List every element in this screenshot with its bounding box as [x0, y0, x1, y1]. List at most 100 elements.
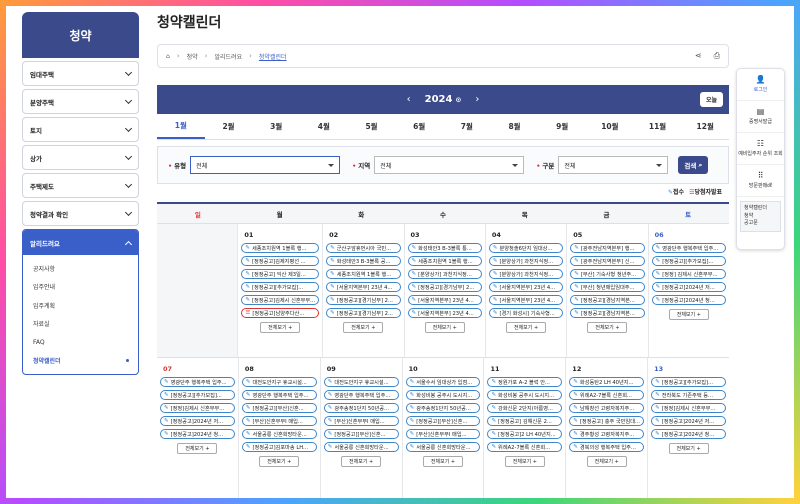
event-pill[interactable]: ✎ [정정공고]2 LH 40년지... [487, 429, 563, 439]
sidebar-menu-sale[interactable]: 분양주택 [22, 89, 139, 114]
event-pill[interactable]: ✎ [광주전남지역본부] 신... [570, 256, 645, 266]
waitlist-button[interactable]: ☷ 예비입주자 순위 조회 [737, 133, 784, 165]
event-pill[interactable]: ✎ [정정공고][경남지역본... [570, 295, 645, 305]
event-pill[interactable]: ✎ [광주전남지역본부] 행... [570, 243, 645, 253]
sidebar-item-faq[interactable]: FAQ [33, 333, 138, 352]
event-pill[interactable]: ✎ [정정공고][경기남부] 2... [407, 282, 482, 292]
tab-month-3[interactable]: 3월 [252, 114, 300, 139]
print-icon[interactable]: ⎙ [714, 51, 720, 61]
tab-month-4[interactable]: 4월 [300, 114, 348, 139]
event-pill[interactable]: ✎ [정정공고] 충주 국민임대... [569, 416, 645, 426]
view-all-button[interactable]: 전체보기 + [260, 322, 301, 333]
event-pill[interactable]: ✎ [정정공고]2024년 저... [651, 282, 727, 292]
event-pill[interactable]: ✎ [정정공고][추가모집]... [651, 256, 727, 266]
event-pill[interactable]: ✎ [정정공고] 김해신문 2... [487, 416, 563, 426]
tab-month-6[interactable]: 6월 [395, 114, 443, 139]
view-all-button[interactable]: 전체보기 + [586, 456, 627, 467]
event-pill[interactable]: ✎ [정정]김제시 신혼부부... [651, 403, 727, 413]
breadcrumb-item[interactable]: 알리드려요 [214, 52, 242, 61]
event-pill[interactable]: ✎ [부산] 청년매입임대주... [570, 282, 645, 292]
event-pill[interactable]: ✎ 세종조치원역 1블록 행... [326, 269, 401, 279]
event-pill[interactable]: ✎ [서울지역본부] 23년 4... [407, 308, 482, 318]
event-pill[interactable]: ✎ [서울지역본부] 23년 4... [407, 295, 482, 305]
event-pill[interactable]: ✎ 화성비봉 공주시 도시지... [405, 390, 481, 400]
tab-month-9[interactable]: 9월 [538, 114, 586, 139]
event-pill[interactable]: ✎ 영광단주 행복주택 입주... [323, 390, 399, 400]
sidebar-menu-land[interactable]: 토지 [22, 117, 139, 142]
view-all-button[interactable]: 전체보기 + [177, 443, 218, 454]
recent-link[interactable]: 청약캘린더 [744, 205, 777, 213]
event-pill[interactable]: ✎ 위례A2-7블록 신혼희... [487, 442, 563, 452]
today-button[interactable]: 오늘 [699, 92, 723, 107]
event-pill[interactable]: ✎ [정정공고]2024년 저... [160, 416, 235, 426]
tab-month-8[interactable]: 8월 [491, 114, 539, 139]
recent-link[interactable]: 공고문 [744, 220, 777, 228]
event-pill[interactable]: ✎ [정정공고][경기남부] 2... [326, 308, 401, 318]
view-all-button[interactable]: 전체보기 + [341, 456, 382, 467]
view-all-button[interactable]: 전체보기 + [343, 322, 384, 333]
event-pill[interactable]: ✎ 광주송정1단지 50년공... [405, 403, 481, 413]
event-pill[interactable]: ✎ 분양청솔6단지 임대상... [488, 243, 564, 253]
prev-year-button[interactable]: ‹ [407, 94, 411, 105]
event-pill[interactable]: ✎ [정정공고]김포마송 LH... [241, 442, 317, 452]
tab-month-12[interactable]: 12월 [681, 114, 729, 139]
event-pill[interactable]: ✎ [분양상가] 과천지식정... [488, 269, 564, 279]
event-pill[interactable]: ✎ [정정공고][부산]신혼... [323, 429, 399, 439]
event-pill[interactable]: ✎ [정정공고][추가모집]... [160, 390, 235, 400]
next-year-button[interactable]: › [475, 94, 479, 105]
event-pill[interactable]: ✎ 대전도안지구 휴교시설... [241, 377, 317, 387]
event-pill[interactable]: ✎ 화성태안3 B-3블록 통... [407, 243, 482, 253]
event-pill[interactable]: ✎ [분양상가] 과천지식정... [488, 256, 564, 266]
event-pill[interactable]: ✎ [정정공고][부산]신혼... [405, 416, 481, 426]
event-pill-announce[interactable]: ☰ [정정공고]남양주다산... [241, 308, 320, 318]
sidebar-menu-shop[interactable]: 상가 [22, 145, 139, 170]
view-all-button[interactable]: 전체보기 + [587, 322, 628, 333]
year-select-icon[interactable]: ⊙ [455, 96, 461, 104]
breadcrumb-current[interactable]: 청약캘린더 [259, 52, 287, 61]
event-pill[interactable]: ✎ [서울지역본부] 23년 4... [488, 282, 564, 292]
tab-month-2[interactable]: 2월 [205, 114, 253, 139]
event-pill[interactable]: ✎ [부산]신혼부부Ⅰ 매입... [323, 416, 399, 426]
tab-month-11[interactable]: 11월 [634, 114, 682, 139]
sidebar-menu-system[interactable]: 주택제도 [22, 173, 139, 198]
event-pill[interactable]: ✎ [경기 화성시] 기숙사형... [488, 308, 564, 318]
event-pill[interactable]: ✎ [정정공고]2024년 청... [651, 295, 727, 305]
event-pill[interactable]: ✎ 세종조치원역 1블록 행... [407, 256, 482, 266]
event-pill[interactable]: ✎ 강화신문 2단지(아름영... [487, 403, 563, 413]
event-pill[interactable]: ✎ [분양상가] 과천지식정... [407, 269, 482, 279]
tab-month-5[interactable]: 5월 [348, 114, 396, 139]
recent-link[interactable]: 청약 [744, 213, 777, 221]
event-pill[interactable]: ✎ [부산] 기숙사형 청년주... [570, 269, 645, 279]
search-button[interactable]: 검색 ⌕ [678, 156, 709, 174]
event-pill[interactable]: ✎ 경북의성 행복주택 입주... [569, 442, 645, 452]
event-pill[interactable]: ✎ 경주황성 고령자복지주... [569, 429, 645, 439]
sidebar-item-archive[interactable]: 자료실 [33, 315, 138, 334]
sidebar-item-calendar[interactable]: 청약캘린더 [33, 352, 138, 371]
event-pill[interactable]: ✎ 화성비봉 공주시 도시지... [487, 390, 563, 400]
certificate-button[interactable]: ▤ 증명서발급 [737, 101, 784, 133]
event-pill[interactable]: ✎ [정정공고]2024년 청... [651, 429, 727, 439]
breadcrumb-item[interactable]: 청약 [187, 52, 198, 61]
event-pill[interactable]: ✎ [정정공고][추가모집]... [241, 282, 320, 292]
event-pill[interactable]: ✎ [부산]신혼부부Ⅰ 매입... [241, 416, 317, 426]
home-icon[interactable]: ⌂ [166, 53, 170, 60]
sidebar-menu-rental[interactable]: 임대주택 [22, 61, 139, 86]
view-all-button[interactable]: 전체보기 + [423, 456, 463, 467]
sidebar-item-plan[interactable]: 입주계획 [33, 296, 138, 315]
region-select[interactable]: 전체 [374, 156, 525, 174]
event-pill[interactable]: ✎ 서울수서 임대상가 입점... [405, 377, 481, 387]
event-pill[interactable]: ✎ 전라북도 기존주택 등... [651, 390, 727, 400]
visit-sale-button[interactable]: ⠿ 방문판매㎗ [737, 165, 784, 197]
event-pill[interactable]: ✎ 광주송정1단지 50년공... [323, 403, 399, 413]
event-pill[interactable]: ✎ 서울공릉 신혼희망타운... [405, 442, 481, 452]
event-pill[interactable]: ✎ [서울지역본부] 23년 4... [488, 295, 564, 305]
view-all-button[interactable]: 전체보기 + [506, 322, 547, 333]
event-pill[interactable]: ✎ [정정공고]김제지평선 ... [241, 256, 320, 266]
sidebar-menu-result[interactable]: 청약결과 확인 [22, 201, 139, 226]
sidebar-menu-notice[interactable]: 알리드려요 [23, 230, 138, 255]
sidebar-item-notice[interactable]: 공지사항 [33, 259, 138, 278]
event-pill[interactable]: ✎ [정정공고][경기남부] 2... [326, 295, 401, 305]
event-pill[interactable]: ✎ [정정공고][경남지역본... [570, 308, 645, 318]
event-pill[interactable]: ✎ [정정공고] 익산 제3일... [241, 269, 320, 279]
event-pill[interactable]: ✎ 화성동탄2 LH 40년지... [569, 377, 645, 387]
